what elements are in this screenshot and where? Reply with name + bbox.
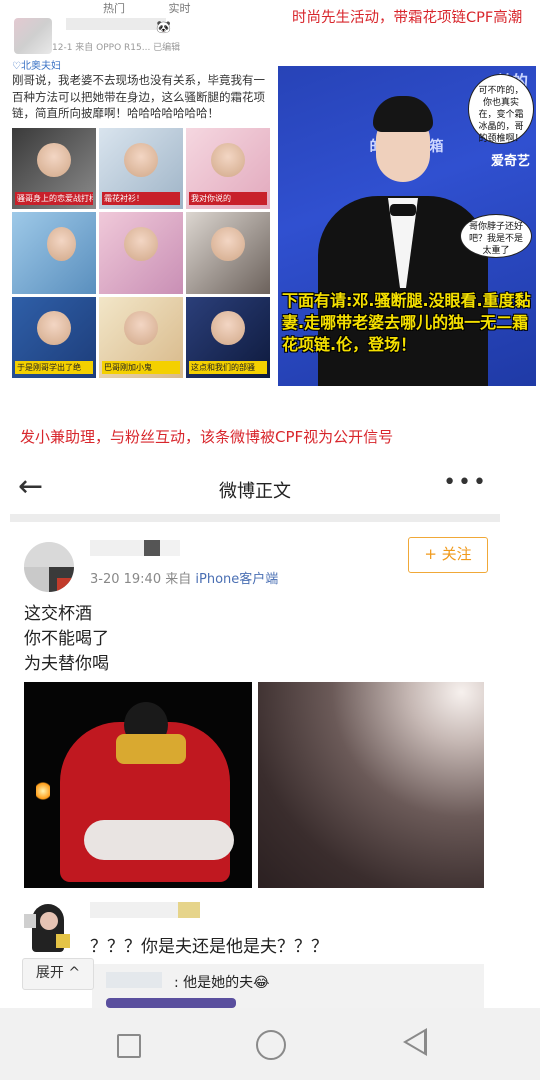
annotation-note-middle: 发小兼助理，与粉丝互动，该条微博被CPF视为公开信号 <box>20 428 394 446</box>
comment-text: ？？？你是夫还是他是夫？？？ <box>90 937 328 957</box>
page-title: 微博正文 <box>219 481 291 502</box>
recent-apps-square-icon[interactable] <box>117 1034 141 1058</box>
commenter-name-blurred[interactable] <box>90 902 200 918</box>
avatar[interactable] <box>24 542 74 592</box>
home-circle-icon[interactable] <box>256 1030 286 1060</box>
divider <box>10 514 500 522</box>
system-navigation-bar <box>0 1008 540 1080</box>
post-meta: 3-20 19:40 来自 iPhone客户端 <box>90 568 278 587</box>
tab-realtime[interactable]: 实时 <box>169 2 191 15</box>
post-image-light[interactable] <box>258 682 484 888</box>
topic-tag[interactable]: ♡北奥夫妇 <box>12 57 61 72</box>
username-blurred <box>66 18 166 30</box>
username-blurred[interactable] <box>90 540 180 556</box>
grid-image[interactable]: 骚哥身上的恋爱战打样 <box>12 128 96 210</box>
iqiyi-logo: 爱奇艺 <box>490 154 530 169</box>
commenter-avatar[interactable] <box>24 904 72 952</box>
post-meta: 12-1 来自 OPPO R15... 已编辑 <box>52 43 181 53</box>
grid-image[interactable] <box>186 212 270 294</box>
more-options-icon[interactable]: ••• <box>443 470 488 495</box>
grid-caption: 这点和我们的部骚 <box>189 361 267 374</box>
reply-author-blurred <box>106 972 162 988</box>
screenshot-post-card: 热门 实时 🐼 12-1 来自 OPPO R15... 已编辑 ♡北奥夫妇 刚哥… <box>8 0 272 384</box>
back-triangle-icon[interactable] <box>403 1028 427 1056</box>
grid-image[interactable]: 这点和我们的部骚 <box>186 296 270 378</box>
post-line: 这交杯酒 <box>24 604 92 624</box>
source-prefix: 来自 <box>165 572 192 587</box>
grid-image[interactable]: 巴哥刚加小鬼 <box>99 296 183 378</box>
grid-image[interactable] <box>99 212 183 294</box>
top-navigation-bar: ← 微博正文 ••• <box>10 464 500 514</box>
grid-image[interactable]: 我对你说的 <box>186 128 270 210</box>
grid-caption: 我对你说的 <box>189 192 267 206</box>
reply-text: : 他是她的夫😂 <box>174 975 270 991</box>
grid-image[interactable]: 于是刚哥学出了绝 <box>12 296 96 378</box>
tab-hot[interactable]: 热门 <box>103 2 125 15</box>
post-text: 刚哥说，我老婆不去现场也没有关系，毕竟我有一百种方法可以把她带在身边，这么骚断腿… <box>12 73 265 120</box>
meme-caption: 下面有请:邓.骚断腿.没眼看.重度黏妻.走哪带老婆去哪儿的独一无二霜花项链.伦，… <box>282 291 531 354</box>
post-time: 3-20 19:40 <box>90 572 162 587</box>
annotation-note-top: 时尚先生活动，带霜花项链CPF高潮 <box>292 10 523 26</box>
candle-icon <box>36 780 50 802</box>
speech-bubble: 哥你脖子还好吧？我是不是太重了 <box>460 214 532 258</box>
follow-button[interactable]: + 关注 <box>408 537 488 573</box>
post-line: 你不能喝了 <box>24 629 109 649</box>
post-line: 为夫替你喝 <box>24 654 109 674</box>
feed-tabs: 热门 实时 <box>103 0 231 16</box>
post-body: 这交杯酒 你不能喝了 为夫替你喝 <box>24 602 109 677</box>
weibo-detail-screen: ← 微博正文 ••• 3-20 19:40 来自 iPhone客户端 + 关注 … <box>10 464 500 1010</box>
grid-caption: 骚哥身上的恋爱战打样 <box>15 192 93 206</box>
panda-emoji-icon: 🐼 <box>156 20 171 34</box>
event-photo[interactable]: 美的 的微晶冰箱 爱奇艺 可不咋的，你也真实在，变个霜冰晶的，哥的颈椎啊！ 哥你… <box>278 66 536 386</box>
post-source[interactable]: iPhone客户端 <box>195 572 278 587</box>
grid-image[interactable] <box>12 212 96 294</box>
grid-caption: 霜花衬衫！ <box>102 192 180 206</box>
reply-preview-bar <box>106 998 236 1008</box>
speech-bubble: 可不咋的，你也真实在，变个霜冰晶的，哥的颈椎啊！ <box>468 74 534 144</box>
grid-caption: 于是刚哥学出了绝 <box>15 361 93 374</box>
image-grid: 骚哥身上的恋爱战打样 霜花衬衫！ 我对你说的 于是刚哥学出了绝 巴哥刚加小鬼 这… <box>12 128 270 378</box>
bow-tie-icon <box>390 204 416 216</box>
grid-image[interactable]: 霜花衬衫！ <box>99 128 183 210</box>
grid-caption: 巴哥刚加小鬼 <box>102 361 180 374</box>
reply-box[interactable]: : 他是她的夫😂 <box>92 964 484 1010</box>
avatar <box>14 18 52 54</box>
expand-button[interactable]: 展开 ^ <box>22 958 94 990</box>
post-image-red-robe[interactable] <box>24 682 252 888</box>
